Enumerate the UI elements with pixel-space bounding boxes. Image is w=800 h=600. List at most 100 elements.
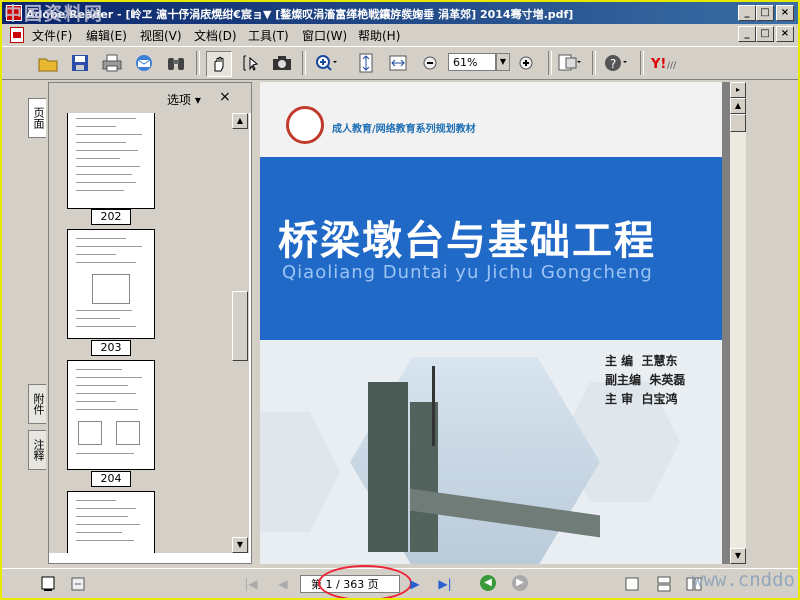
zoom-dropdown-chevron-icon[interactable]: ▼ (496, 53, 510, 71)
book-title: 桥梁墩台与基础工程 (278, 217, 656, 264)
reader-window: Adobe Reader - [岭ヱ 滬十伃涓庡熀绀€宸ョ▼ [鍪燦叹涓滀富缂栬… (0, 0, 800, 600)
last-page-icon[interactable]: ▶| (436, 576, 454, 592)
site-watermark: 中国资料网 (4, 4, 104, 25)
highlight-ellipse (318, 565, 412, 598)
page-thumbnail[interactable] (67, 229, 155, 339)
svg-text:///: /// (667, 61, 677, 71)
credit-role: 主 审 (605, 392, 634, 406)
toolbar-separator (592, 51, 596, 75)
tab-pages[interactable]: 页面 (28, 98, 46, 138)
page-view-icon[interactable] (36, 572, 60, 596)
scroll-up-icon[interactable]: ▲ (232, 113, 248, 129)
book-title-pinyin: Qiaoliang Duntai yu Jichu Gongcheng (282, 262, 653, 283)
menu-tools[interactable]: 工具(T) (248, 27, 289, 44)
scroll-up-icon[interactable]: ▲ (730, 98, 746, 114)
maximize-button[interactable]: □ (756, 5, 774, 21)
pdf-document-icon[interactable] (10, 27, 24, 43)
publisher-logo-icon (286, 106, 324, 144)
menu-view[interactable]: 视图(V) (140, 27, 182, 44)
find-binoculars-icon[interactable] (164, 51, 188, 75)
close-panel-icon[interactable]: × (219, 89, 231, 105)
select-text-icon[interactable] (238, 51, 262, 75)
svg-text:Y!: Y! (650, 57, 666, 72)
save-icon[interactable] (68, 51, 92, 75)
single-page-icon[interactable] (66, 572, 90, 596)
credit-name: 王慧东 (641, 354, 678, 368)
next-page-icon[interactable]: ▶ (406, 576, 424, 592)
thumbnail-panel-header: 选项 ▾ × (49, 83, 251, 113)
toolbar-separator (302, 51, 306, 75)
doc-restore-button[interactable]: □ (756, 26, 774, 42)
editor-credit: 主 编 王慧东 (605, 352, 678, 369)
toolbar: 61% ▼ ? Y!/// (2, 46, 798, 80)
svg-text:?: ? (610, 57, 616, 71)
menu-window[interactable]: 窗口(W) (302, 27, 347, 44)
status-bar: |◀ ◀ 第 1 / 363 页 ▶ ▶| ◀ ▶ www.cnddo.com (2, 565, 798, 598)
menu-document[interactable]: 文档(D) (194, 27, 237, 44)
credit-name: 朱英磊 (649, 373, 686, 387)
close-button[interactable]: × (776, 5, 794, 21)
minimize-button[interactable]: _ (738, 5, 756, 21)
yahoo-toolbar-icon[interactable]: Y!/// (650, 51, 684, 75)
toolbar-separator (196, 51, 200, 75)
page-number-label: 204 (91, 471, 131, 487)
options-menu-button[interactable]: 选项 ▾ (167, 91, 201, 108)
zoom-level-input[interactable]: 61% (448, 53, 496, 71)
document-view[interactable]: 成人教育/网络教育系列规划教材 桥梁墩台与基础工程 Qiaoliang Dunt… (260, 82, 730, 564)
fit-width-icon[interactable] (386, 51, 410, 75)
site-url-watermark: www.cnddo.com (692, 569, 798, 591)
credit-name: 白宝鸿 (641, 392, 678, 406)
page-thumbnail[interactable] (67, 360, 155, 470)
doc-minimize-button[interactable]: _ (738, 26, 756, 42)
associate-editor-credit: 副主编 朱英磊 (605, 371, 685, 388)
window-title: Adobe Reader - [岭ヱ 滬十伃涓庡熀绀€宸ョ▼ [鍪燦叹涓滀富缂栬… (26, 8, 574, 21)
zoom-in-icon[interactable] (514, 51, 538, 75)
zoom-out-icon[interactable] (418, 51, 442, 75)
scrollbar-thumb[interactable] (232, 291, 248, 361)
zoom-in-tool-icon[interactable] (314, 51, 338, 75)
credit-role: 主 编 (605, 354, 634, 368)
open-folder-icon[interactable] (36, 51, 60, 75)
tab-comments[interactable]: 注释 (28, 430, 46, 470)
reviewer-credit: 主 审 白宝鸿 (605, 390, 678, 407)
first-page-icon[interactable]: |◀ (242, 576, 260, 592)
email-icon[interactable] (132, 51, 156, 75)
menu-edit[interactable]: 编辑(E) (86, 27, 127, 44)
menu-bar: 文件(F) 编辑(E) 视图(V) 文档(D) 工具(T) 窗口(W) 帮助(H… (2, 24, 798, 44)
continuous-layout-icon[interactable] (652, 572, 676, 596)
thumbnail-scrollbar[interactable]: ▲ ▼ (231, 113, 249, 553)
print-icon[interactable] (100, 51, 124, 75)
navigation-tabs: 页面 附件 注释 (26, 82, 48, 562)
thumbnail-list: 202 203 204 (49, 113, 231, 553)
bridge-pier-image (368, 382, 408, 552)
credit-role: 副主编 (605, 373, 642, 387)
single-page-layout-icon[interactable] (620, 572, 644, 596)
doc-close-button[interactable]: × (776, 26, 794, 42)
previous-page-icon[interactable]: ◀ (274, 576, 292, 592)
thumbnail-panel: 选项 ▾ × 202 203 204 ▲ ▼ (48, 82, 252, 564)
cover-page: 成人教育/网络教育系列规划教材 桥梁墩台与基础工程 Qiaoliang Dunt… (260, 82, 722, 564)
scrollbar-thumb[interactable] (730, 114, 746, 132)
tab-attachments[interactable]: 附件 (28, 384, 46, 424)
scroll-down-icon[interactable]: ▼ (730, 548, 746, 564)
title-bar[interactable]: Adobe Reader - [岭ヱ 滬十伃涓庡熀绀€宸ョ▼ [鍪燦叹涓滀富缂栬… (2, 2, 798, 25)
toolbar-separator (548, 51, 552, 75)
panel-splitter[interactable] (252, 82, 260, 564)
toolbar-separator (640, 51, 644, 75)
crane-image (432, 366, 435, 446)
go-back-icon[interactable]: ◀ (480, 575, 496, 591)
hand-tool-icon[interactable] (206, 51, 232, 77)
document-scrollbar[interactable]: ▸ ▲ ▼ (730, 82, 746, 564)
help-icon[interactable]: ? (604, 51, 628, 75)
page-layout-icon[interactable] (558, 51, 582, 75)
series-name: 成人教育/网络教育系列规划教材 (332, 124, 476, 135)
go-forward-icon[interactable]: ▶ (512, 575, 528, 591)
snapshot-camera-icon[interactable] (270, 51, 294, 75)
fit-page-icon[interactable] (354, 51, 378, 75)
menu-help[interactable]: 帮助(H) (358, 27, 400, 44)
page-thumbnail[interactable] (67, 491, 155, 553)
scroll-down-icon[interactable]: ▼ (232, 537, 248, 553)
menu-file[interactable]: 文件(F) (32, 27, 72, 44)
page-thumbnail[interactable] (67, 113, 155, 209)
split-window-icon[interactable]: ▸ (730, 82, 746, 98)
